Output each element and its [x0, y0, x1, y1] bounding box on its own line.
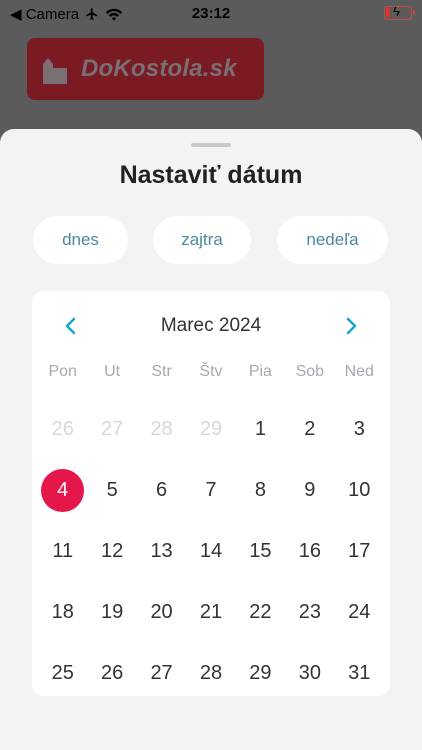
- sheet-title: Nastaviť dátum: [119, 161, 303, 189]
- day-cell[interactable]: 1: [236, 399, 285, 460]
- day-cell[interactable]: 16: [285, 521, 334, 582]
- day-cell[interactable]: 9: [285, 460, 334, 521]
- day-cell-outside-month[interactable]: 26: [38, 399, 87, 460]
- battery-icon: ϟ: [384, 4, 415, 20]
- logo-text: DoKostola.sk: [81, 55, 237, 82]
- day-number: 8: [254, 479, 266, 501]
- day-number: 5: [106, 479, 118, 501]
- day-number: 20: [150, 601, 173, 623]
- weekday-label: Ut: [104, 363, 121, 380]
- day-cell-outside-month[interactable]: 27: [87, 399, 136, 460]
- day-number: 19: [101, 601, 124, 623]
- day-number: 16: [298, 540, 321, 562]
- day-number: 24: [348, 601, 371, 623]
- day-grid: 26 27 28 29 1 2 3 4 5 6 7 8 9 10 11 12 13 14 15 16 17 18 19 20 2…: [38, 399, 384, 704]
- day-number: 9: [304, 479, 316, 501]
- day-number: 28: [150, 418, 173, 440]
- day-cell[interactable]: 24: [335, 582, 384, 643]
- day-cell[interactable]: 22: [236, 582, 285, 643]
- calendar: Marec 2024 Pon Ut Str Štv Pia Sob Ned 26…: [32, 291, 390, 696]
- day-number: 2: [304, 418, 316, 440]
- day-cell[interactable]: 26: [87, 643, 136, 704]
- day-number: 22: [249, 601, 272, 623]
- day-number: 15: [249, 540, 272, 562]
- day-cell[interactable]: 28: [186, 643, 235, 704]
- weekday-label: Ned: [344, 363, 374, 380]
- day-number: 3: [353, 418, 365, 440]
- day-number: 17: [348, 540, 371, 562]
- weekday-label: Sob: [295, 363, 325, 380]
- day-number: 21: [199, 601, 223, 623]
- weekday-label: Štv: [199, 363, 223, 380]
- day-number: 1: [254, 418, 266, 440]
- day-cell-selected[interactable]: 4: [38, 460, 87, 521]
- quick-pick-tomorrow-button[interactable]: zajtra: [153, 216, 251, 264]
- day-number: 27: [150, 662, 173, 684]
- charging-bolt-icon: ϟ: [393, 4, 400, 19]
- day-cell[interactable]: 17: [335, 521, 384, 582]
- day-number: 6: [156, 479, 168, 501]
- weekday-label: Str: [151, 363, 172, 380]
- weekday-header: Pon Ut Str Štv Pia Sob Ned: [38, 363, 384, 381]
- day-cell[interactable]: 14: [186, 521, 235, 582]
- day-number: 29: [199, 418, 223, 440]
- day-cell[interactable]: 6: [137, 460, 186, 521]
- calendar-header: Marec 2024: [32, 309, 390, 341]
- day-cell[interactable]: 3: [335, 399, 384, 460]
- quick-pick-today-button[interactable]: dnes: [33, 216, 128, 264]
- day-number: 30: [298, 662, 321, 684]
- next-month-button[interactable]: [337, 311, 367, 341]
- day-number: 26: [51, 418, 74, 440]
- day-number: 29: [249, 662, 272, 684]
- day-number: 28: [199, 662, 223, 684]
- day-cell[interactable]: 30: [285, 643, 334, 704]
- sheet-grabber[interactable]: [191, 143, 231, 147]
- day-cell[interactable]: 2: [285, 399, 334, 460]
- church-icon: [43, 58, 67, 84]
- day-cell[interactable]: 7: [186, 460, 235, 521]
- day-number: 10: [348, 479, 371, 501]
- day-number: 18: [51, 601, 74, 623]
- day-cell[interactable]: 12: [87, 521, 136, 582]
- status-bar: ◀ Camera 23:12 ϟ: [0, 0, 422, 28]
- day-cell[interactable]: 10: [335, 460, 384, 521]
- day-cell[interactable]: 27: [137, 643, 186, 704]
- day-cell[interactable]: 25: [38, 643, 87, 704]
- day-number: 27: [101, 418, 124, 440]
- day-number: 14: [199, 540, 223, 562]
- date-picker-sheet: Nastaviť dátum dnes zajtra nedeľa Marec …: [0, 129, 422, 750]
- day-number: 12: [101, 540, 124, 562]
- day-cell[interactable]: 31: [335, 643, 384, 704]
- day-number: 25: [51, 662, 74, 684]
- day-number: 4: [41, 469, 85, 512]
- day-number: 13: [150, 540, 173, 562]
- day-number: 23: [298, 601, 321, 623]
- day-cell[interactable]: 15: [236, 521, 285, 582]
- day-cell-outside-month[interactable]: 29: [186, 399, 235, 460]
- day-number: 11: [52, 540, 74, 562]
- day-cell-outside-month[interactable]: 28: [137, 399, 186, 460]
- day-cell[interactable]: 8: [236, 460, 285, 521]
- day-cell[interactable]: 5: [87, 460, 136, 521]
- weekday-label: Pon: [48, 363, 77, 380]
- day-cell[interactable]: 20: [137, 582, 186, 643]
- day-cell[interactable]: 19: [87, 582, 136, 643]
- day-cell[interactable]: 21: [186, 582, 235, 643]
- weekday-label: Pia: [248, 363, 272, 380]
- chevron-right-icon: [346, 317, 357, 335]
- day-cell[interactable]: 11: [38, 521, 87, 582]
- day-number: 31: [348, 662, 371, 684]
- app-logo: DoKostola.sk: [27, 38, 264, 100]
- clock: 23:12: [191, 5, 231, 22]
- day-number: 7: [205, 479, 217, 501]
- day-cell[interactable]: 29: [236, 643, 285, 704]
- day-cell[interactable]: 13: [137, 521, 186, 582]
- day-cell[interactable]: 18: [38, 582, 87, 643]
- day-number: 26: [101, 662, 124, 684]
- day-cell[interactable]: 23: [285, 582, 334, 643]
- quick-pick-sunday-button[interactable]: nedeľa: [277, 216, 388, 264]
